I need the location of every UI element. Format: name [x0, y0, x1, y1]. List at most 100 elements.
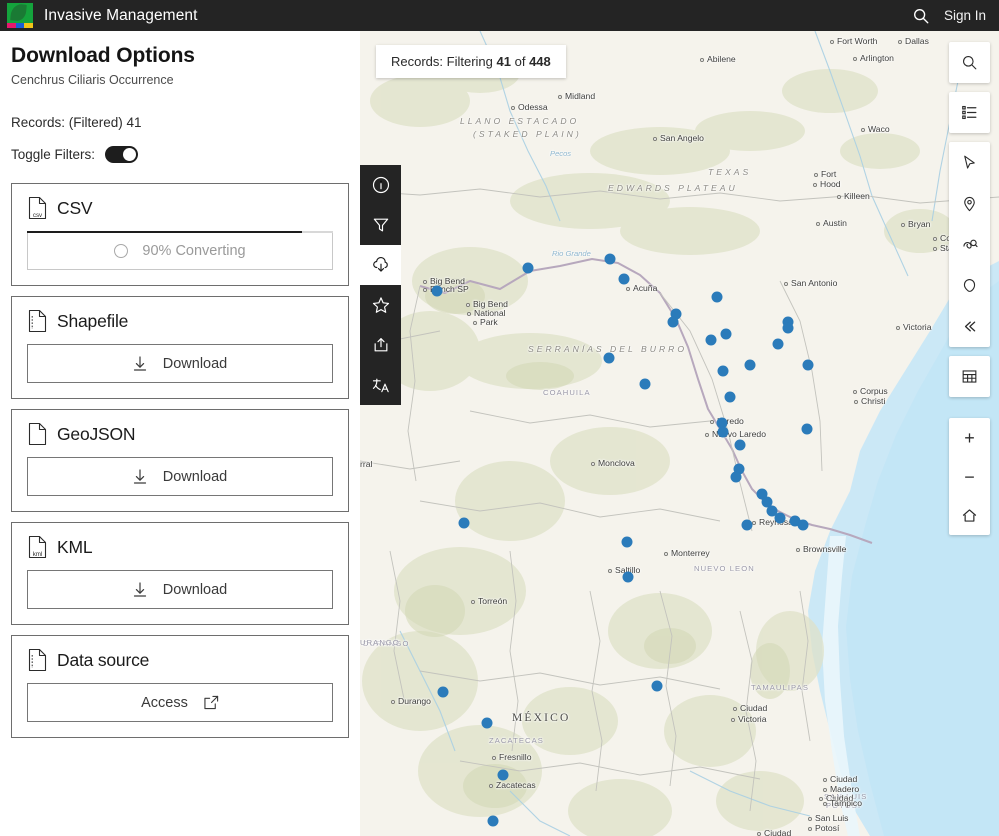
download-icon: [133, 356, 147, 372]
button-label: Download: [163, 469, 228, 485]
legend-list-icon[interactable]: [949, 92, 990, 133]
svg-text:kml: kml: [33, 551, 43, 558]
map-left-toolbar: [360, 165, 401, 405]
top-bar-actions: Sign In: [912, 0, 999, 31]
map-right-toolbar: + −: [949, 42, 990, 535]
occurrence-point[interactable]: [735, 440, 746, 451]
occurrence-point[interactable]: [640, 379, 651, 390]
zoom-in-button[interactable]: +: [949, 418, 990, 457]
access-button[interactable]: Access: [27, 683, 333, 722]
progress-bar-fill: [27, 231, 302, 233]
card-title: Shapefile: [57, 311, 128, 332]
occurrence-point[interactable]: [742, 520, 753, 531]
location-pin-icon[interactable]: [949, 183, 990, 224]
download-icon: [133, 582, 147, 598]
info-icon[interactable]: [360, 165, 401, 205]
card-title: Data source: [57, 650, 149, 671]
chip-filtered-count: 41: [497, 54, 511, 69]
chip-prefix: Records: Filtering: [391, 54, 493, 69]
occurrence-point[interactable]: [783, 323, 794, 334]
records-count-text: Records: (Filtered) 41: [11, 115, 349, 130]
download-button[interactable]: Download: [27, 570, 333, 609]
download-button[interactable]: Download: [27, 344, 333, 383]
conversion-progress-button: 90% Converting: [27, 231, 333, 270]
svg-text:csv: csv: [33, 212, 43, 219]
occurrence-point[interactable]: [773, 339, 784, 350]
card-title: CSV: [57, 198, 92, 219]
occurrence-point[interactable]: [712, 292, 723, 303]
star-icon[interactable]: [360, 285, 401, 325]
button-label: Access: [141, 695, 188, 711]
download-button[interactable]: Download: [27, 457, 333, 496]
occurrence-point[interactable]: [482, 718, 493, 729]
measure-icon[interactable]: [949, 224, 990, 265]
toggle-filters-label: Toggle Filters:: [11, 147, 95, 162]
map-widgets-group: [949, 142, 990, 347]
file-csv-icon: csv: [27, 196, 48, 220]
share-icon[interactable]: [360, 325, 401, 365]
card-header: GeoJSON: [27, 422, 333, 446]
occurrence-point[interactable]: [718, 427, 729, 438]
occurrence-point[interactable]: [488, 816, 499, 827]
map-canvas[interactable]: Fort WorthDallasArlingtonAbileneOdessaMi…: [360, 31, 999, 836]
occurrence-point[interactable]: [604, 353, 615, 364]
zoom-out-button[interactable]: −: [949, 457, 990, 496]
download-card-geojson: GeoJSON Download: [11, 409, 349, 512]
translate-icon[interactable]: [360, 365, 401, 405]
toggle-filters-switch[interactable]: [105, 146, 138, 163]
occurrence-point[interactable]: [731, 472, 742, 483]
occurrence-point[interactable]: [706, 335, 717, 346]
top-navigation-bar: Invasive Management Sign In: [0, 0, 999, 31]
occurrence-point[interactable]: [802, 424, 813, 435]
sketch-icon[interactable]: [949, 265, 990, 306]
toggle-filters-row: Toggle Filters:: [11, 146, 349, 163]
occurrence-point[interactable]: [668, 317, 679, 328]
download-card-kml: kmlKML Download: [11, 522, 349, 625]
occurrence-point[interactable]: [523, 263, 534, 274]
search-icon[interactable]: [912, 7, 930, 25]
file-shapefile-icon: [27, 309, 48, 333]
zoom-in-label: +: [964, 429, 975, 447]
file-geojson-icon: [27, 422, 48, 446]
occurrence-point[interactable]: [721, 329, 732, 340]
table-tool-group: [949, 356, 990, 397]
occurrence-point[interactable]: [622, 537, 633, 548]
external-link-icon: [204, 695, 219, 710]
occurrence-point[interactable]: [459, 518, 470, 529]
chip-total-count: 448: [529, 54, 551, 69]
occurrence-point[interactable]: [775, 513, 786, 524]
card-header: csv CSV: [27, 196, 333, 220]
occurrence-point[interactable]: [652, 681, 663, 692]
map-search-icon[interactable]: [949, 42, 990, 83]
download-options-panel: Download Options Cenchrus Ciliaris Occur…: [0, 31, 360, 836]
occurrence-point[interactable]: [803, 360, 814, 371]
collapse-left-icon[interactable]: [949, 306, 990, 347]
attribute-table-icon[interactable]: [949, 356, 990, 397]
sign-in-button[interactable]: Sign In: [944, 8, 986, 23]
cursor-select-icon[interactable]: [949, 142, 990, 183]
occurrence-point[interactable]: [718, 366, 729, 377]
cloud-download-icon[interactable]: [360, 245, 401, 285]
page-subtitle: Cenchrus Ciliaris Occurrence: [11, 73, 349, 87]
occurrence-point[interactable]: [438, 687, 449, 698]
button-label: Download: [163, 356, 228, 372]
occurrence-point[interactable]: [619, 274, 630, 285]
home-button[interactable]: [949, 496, 990, 535]
occurrence-point[interactable]: [745, 360, 756, 371]
zoom-controls-group: + −: [949, 418, 990, 535]
occurrence-point[interactable]: [432, 286, 443, 297]
file-kml-icon: kml: [27, 535, 48, 559]
leaf-icon: [10, 3, 27, 21]
download-card-csv: csv CSV 90% Converting: [11, 183, 349, 286]
occurrence-point[interactable]: [498, 770, 509, 781]
filter-icon[interactable]: [360, 205, 401, 245]
records-filtering-chip: Records: Filtering 41 of 448: [376, 45, 566, 78]
spinner-icon: [114, 244, 128, 258]
app-logo[interactable]: [7, 3, 33, 28]
download-card-shapefile: Shapefile Download: [11, 296, 349, 399]
occurrence-point[interactable]: [623, 572, 634, 583]
occurrence-point[interactable]: [605, 254, 616, 265]
occurrence-point[interactable]: [798, 520, 809, 531]
occurrence-point[interactable]: [725, 392, 736, 403]
download-card-data-source: Data source Access: [11, 635, 349, 738]
